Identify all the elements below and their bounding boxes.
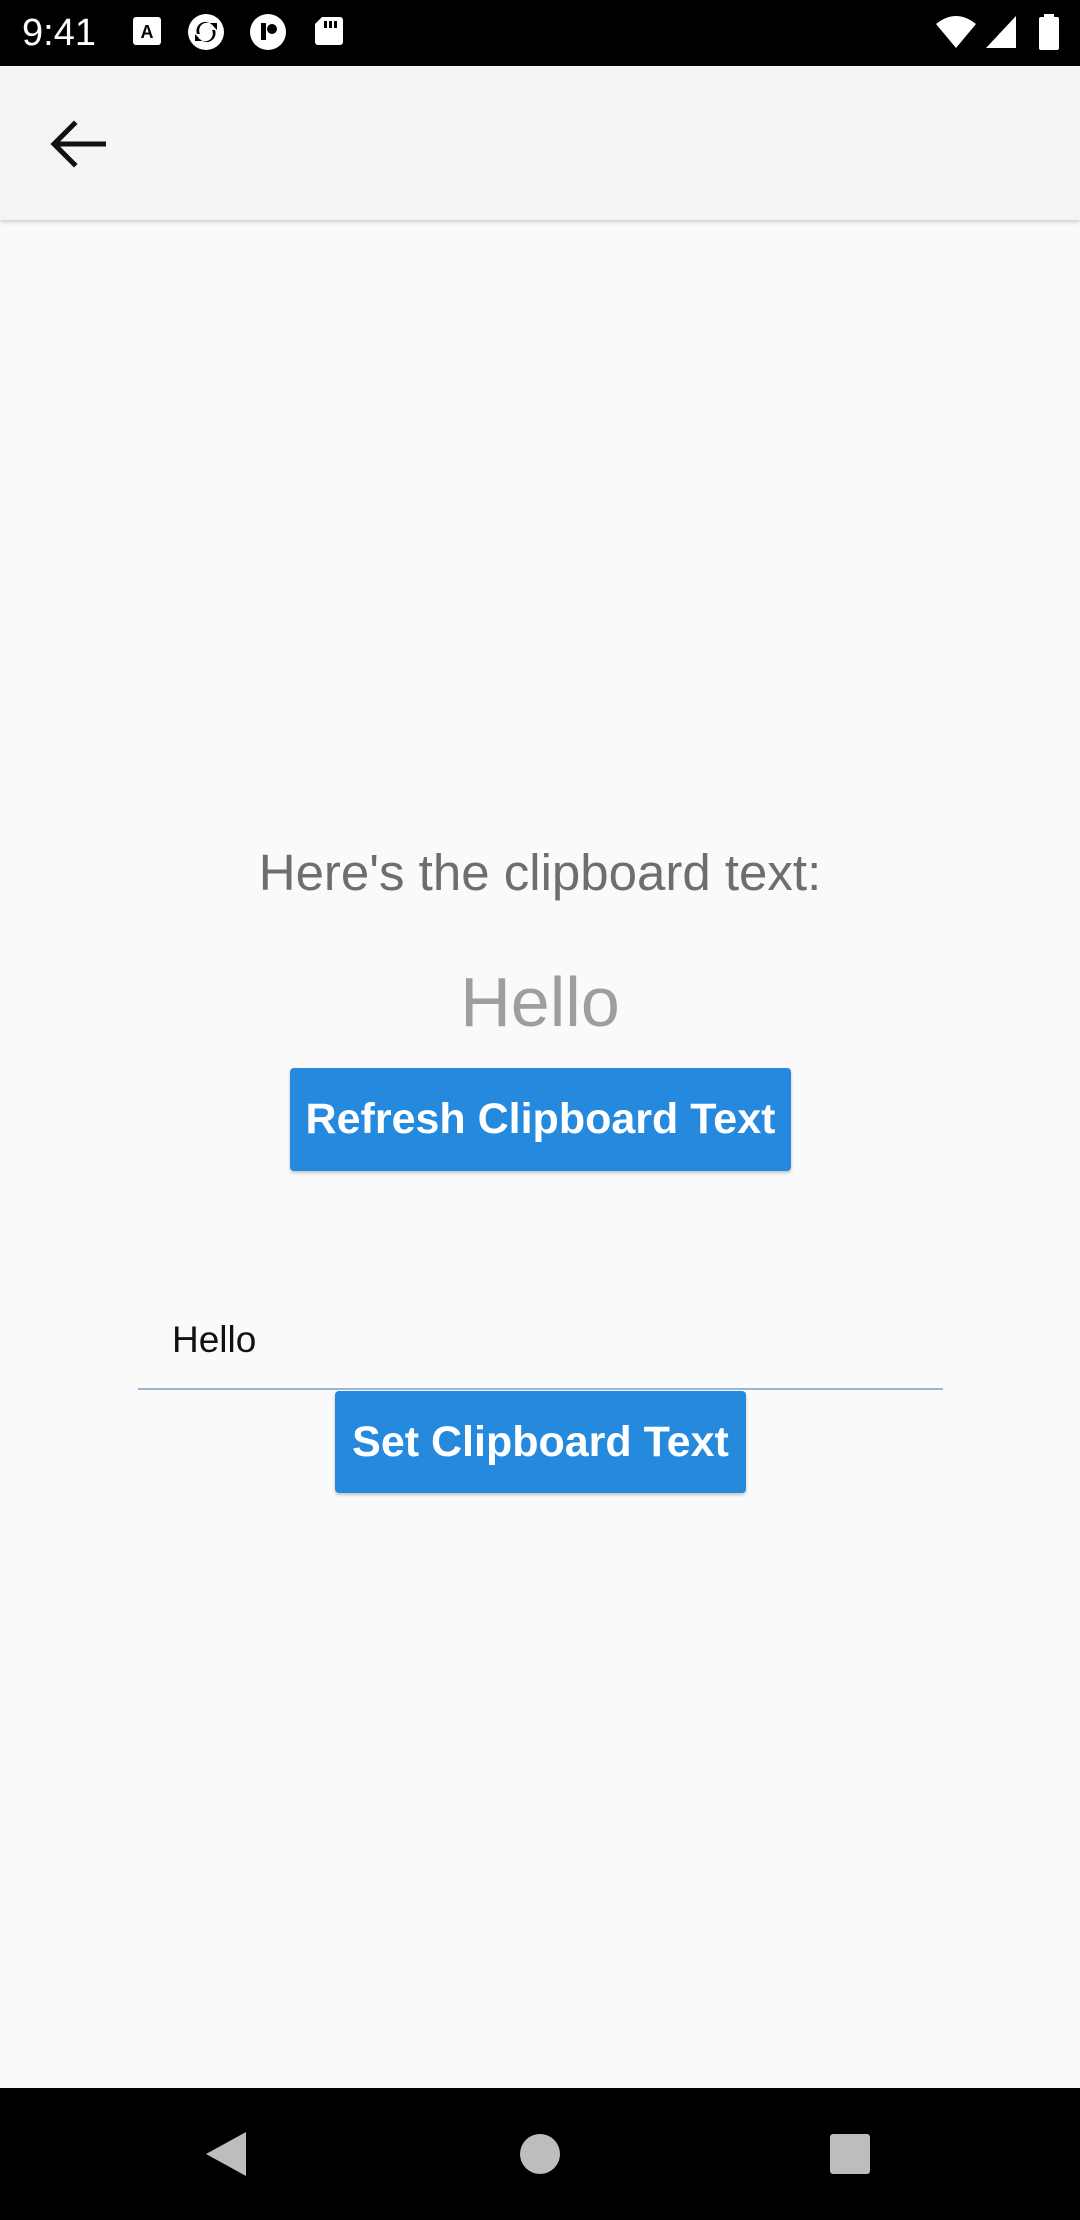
clipboard-text-field[interactable] [138,1300,943,1390]
sd-card-icon [315,17,343,45]
signal-icon [986,16,1016,48]
home-circle-icon[interactable] [510,2124,570,2184]
back-button[interactable] [36,110,120,178]
nav-bar [0,2088,1080,2220]
refresh-clipboard-button[interactable]: Refresh Clipboard Text [290,1068,791,1171]
arrow-back-icon [50,120,106,168]
app-icon [250,14,286,50]
clipboard-value: Hello [460,963,620,1041]
status-bar: 9:41 A [0,0,1080,66]
set-clipboard-button[interactable]: Set Clipboard Text [335,1391,746,1493]
clipboard-text-input[interactable] [172,1310,912,1370]
app-bar [0,66,1080,220]
a-box-icon: A [133,17,161,45]
svg-text:A: A [141,22,154,42]
screen: 9:41 A Here's the clipboard text: Hello … [0,0,1080,2220]
status-time: 9:41 [22,12,96,54]
recents-square-icon[interactable] [820,2124,880,2184]
wifi-icon [936,16,976,48]
back-triangle-icon[interactable] [196,2124,256,2184]
clipboard-label: Here's the clipboard text: [258,844,822,901]
sync-icon [188,14,224,50]
battery-icon [1039,14,1059,50]
